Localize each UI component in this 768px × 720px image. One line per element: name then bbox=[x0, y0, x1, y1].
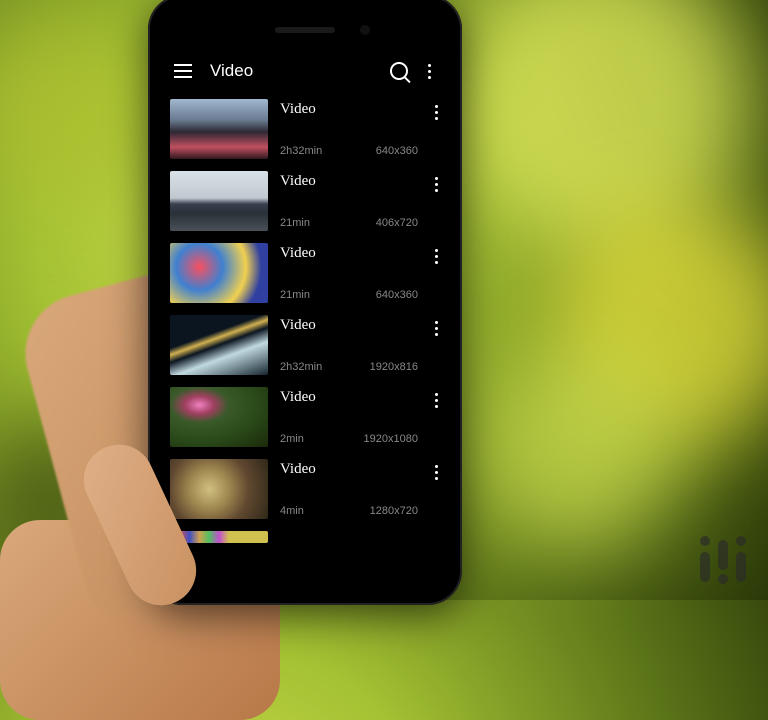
app-screen: Video Video 2h32min 640x360 bbox=[160, 49, 450, 593]
video-row[interactable]: Video 21min 406x720 bbox=[160, 165, 450, 237]
row-more-icon[interactable] bbox=[428, 105, 444, 120]
video-resolution: 640x360 bbox=[376, 145, 418, 157]
video-title: Video bbox=[280, 173, 428, 190]
video-resolution: 1280x720 bbox=[370, 505, 418, 517]
video-row[interactable] bbox=[160, 525, 450, 543]
video-row[interactable]: Video 2min 1920x1080 bbox=[160, 381, 450, 453]
row-more-icon[interactable] bbox=[428, 465, 444, 480]
video-resolution: 1920x1080 bbox=[364, 433, 418, 445]
row-more-icon[interactable] bbox=[428, 249, 444, 264]
video-duration: 2h32min bbox=[280, 145, 322, 157]
video-row[interactable]: Video 2h32min 1920x816 bbox=[160, 309, 450, 381]
row-more-icon[interactable] bbox=[428, 321, 444, 336]
video-duration: 2min bbox=[280, 433, 304, 445]
video-title: Video bbox=[280, 317, 428, 334]
video-thumbnail bbox=[170, 99, 268, 159]
video-duration: 4min bbox=[280, 505, 304, 517]
menu-icon[interactable] bbox=[174, 64, 192, 78]
phone-speaker bbox=[275, 27, 335, 33]
video-thumbnail bbox=[170, 387, 268, 447]
video-resolution: 640x360 bbox=[376, 289, 418, 301]
row-more-icon[interactable] bbox=[428, 177, 444, 192]
video-thumbnail bbox=[170, 171, 268, 231]
video-duration: 21min bbox=[280, 289, 310, 301]
video-title: Video bbox=[280, 389, 428, 406]
phone-camera bbox=[360, 25, 370, 35]
search-icon[interactable] bbox=[390, 62, 408, 80]
toolbar-title: Video bbox=[210, 61, 390, 81]
video-row[interactable]: Video 4min 1280x720 bbox=[160, 453, 450, 525]
video-row[interactable]: Video 21min 640x360 bbox=[160, 237, 450, 309]
phone-device: Video Video 2h32min 640x360 bbox=[148, 0, 462, 605]
video-duration: 21min bbox=[280, 217, 310, 229]
more-icon[interactable] bbox=[422, 64, 436, 79]
row-more-icon[interactable] bbox=[428, 393, 444, 408]
app-toolbar: Video bbox=[160, 49, 450, 93]
video-thumbnail bbox=[170, 459, 268, 519]
video-row[interactable]: Video 2h32min 640x360 bbox=[160, 93, 450, 165]
video-title: Video bbox=[280, 101, 428, 118]
video-resolution: 406x720 bbox=[376, 217, 418, 229]
video-duration: 2h32min bbox=[280, 361, 322, 373]
video-list: Video 2h32min 640x360 Video 21min bbox=[160, 93, 450, 593]
video-title: Video bbox=[280, 245, 428, 262]
video-resolution: 1920x816 bbox=[370, 361, 418, 373]
video-thumbnail bbox=[170, 243, 268, 303]
video-thumbnail bbox=[170, 315, 268, 375]
watermark-logo bbox=[700, 532, 750, 582]
video-title: Video bbox=[280, 461, 428, 478]
